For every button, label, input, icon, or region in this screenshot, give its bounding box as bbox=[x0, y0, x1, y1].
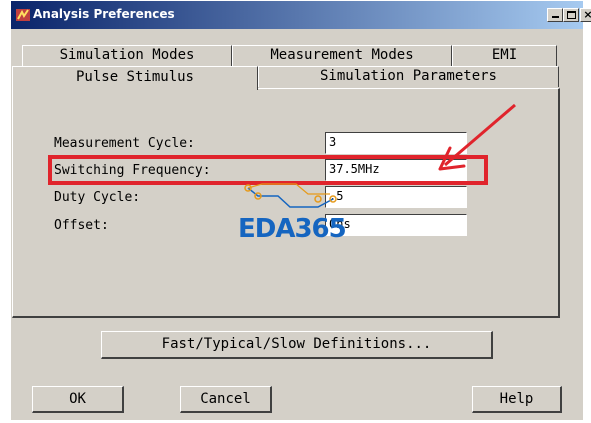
close-button[interactable]: × bbox=[580, 8, 591, 22]
title-bar[interactable]: Analysis Preferences × bbox=[11, 1, 591, 29]
tab-simulation-parameters[interactable]: Simulation Parameters bbox=[258, 66, 559, 87]
close-icon: × bbox=[583, 8, 591, 21]
minimize-button[interactable] bbox=[547, 8, 563, 22]
cancel-button[interactable]: Cancel bbox=[180, 386, 272, 413]
tab-pulse-stimulus[interactable]: Pulse Stimulus bbox=[12, 66, 258, 90]
fast-typical-slow-definitions-button[interactable]: Fast/Typical/Slow Definitions... bbox=[101, 331, 493, 359]
measurement-cycle-input[interactable]: 3 bbox=[325, 132, 467, 154]
offset-label: Offset: bbox=[54, 218, 109, 233]
help-button[interactable]: Help bbox=[472, 386, 562, 413]
maximize-icon bbox=[567, 11, 576, 19]
minimize-icon bbox=[552, 16, 559, 18]
tab-simulation-modes[interactable]: Simulation Modes bbox=[22, 45, 232, 66]
maximize-button[interactable] bbox=[563, 8, 579, 22]
duty-cycle-input[interactable]: .5 bbox=[325, 186, 467, 208]
duty-cycle-label: Duty Cycle: bbox=[54, 190, 141, 205]
watermark: EDA365 bbox=[238, 214, 347, 244]
ok-button[interactable]: OK bbox=[32, 386, 124, 413]
highlight-box bbox=[48, 155, 488, 185]
window-title: Analysis Preferences bbox=[33, 7, 175, 21]
app-icon bbox=[16, 9, 30, 21]
measurement-cycle-label: Measurement Cycle: bbox=[54, 136, 195, 151]
offset-input[interactable]: 0ns bbox=[325, 214, 467, 236]
tab-measurement-modes[interactable]: Measurement Modes bbox=[232, 45, 452, 66]
tab-emi[interactable]: EMI bbox=[452, 45, 557, 66]
